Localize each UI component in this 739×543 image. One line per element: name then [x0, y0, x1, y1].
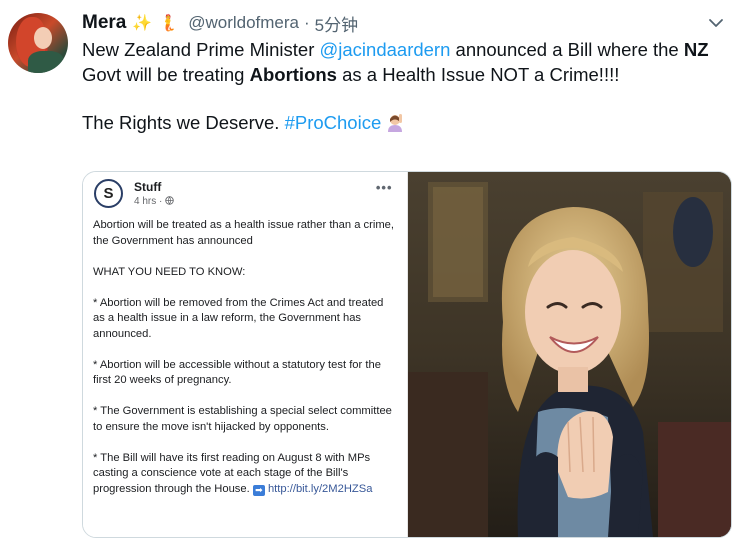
post-meta: 4 hrs ·	[134, 196, 174, 207]
post-body: Abortion will be treated as a health iss…	[93, 218, 398, 513]
page-name[interactable]: Stuff	[134, 180, 161, 194]
right-arrow-icon: ➡	[252, 484, 265, 496]
post-paragraph-last: * The Bill will have its first reading o…	[93, 451, 398, 498]
tweet-header: Mera ✨ 🧜 @worldofmera · 5分钟	[82, 11, 358, 36]
mention-link[interactable]: @jacindaardern	[320, 39, 451, 60]
post-url-link[interactable]: http://bit.ly/2M2HZSa	[268, 483, 372, 495]
tweet-text-segment: New Zealand Prime Minister	[82, 39, 320, 60]
hashtag-link[interactable]: #ProChoice	[285, 112, 382, 133]
embedded-facebook-post[interactable]: S Stuff 4 hrs · ••• Abortion will be tre…	[83, 172, 408, 537]
post-paragraph: Abortion will be treated as a health iss…	[93, 219, 394, 247]
photo-illustration	[407, 172, 731, 537]
post-meta-separator: ·	[159, 196, 163, 207]
tweet-paragraph-1: New Zealand Prime Minister @jacindaarder…	[82, 38, 722, 87]
stuff-logo-letter: S	[103, 185, 114, 202]
tweet-bold-text: Abortions	[249, 63, 337, 85]
post-paragraph: * The Government is establishing a speci…	[93, 405, 392, 433]
tweet-text-segment: as a Health Issue NOT a Crime!!!!	[336, 63, 620, 85]
media-attachment[interactable]: S Stuff 4 hrs · ••• Abortion will be tre…	[82, 171, 732, 538]
post-paragraph: WHAT YOU NEED TO KNOW:	[93, 265, 246, 278]
stuff-logo[interactable]: S	[94, 179, 123, 208]
post-time: 4 hrs	[134, 196, 157, 207]
user-handle[interactable]: @worldofmera	[188, 13, 299, 33]
woman-raising-hand-icon	[388, 114, 403, 132]
avatar-suit	[28, 51, 64, 73]
reaction-photo[interactable]	[407, 172, 731, 537]
tweet-text-segment: announced a Bill where the	[450, 39, 684, 60]
tweet-paragraph-2: The Rights we Deserve. #ProChoice	[82, 111, 722, 136]
avatar-face	[34, 27, 52, 49]
tweet-text: New Zealand Prime Minister @jacindaarder…	[82, 38, 722, 136]
mermaid-icon: 🧜	[158, 15, 179, 32]
tweet-bold-text: NZ	[683, 39, 709, 60]
sparkles-icon: ✨	[132, 15, 153, 32]
tweet-text-segment: Govt will be treating	[82, 63, 250, 85]
avatar[interactable]	[8, 13, 68, 73]
tweet[interactable]: Mera ✨ 🧜 @worldofmera · 5分钟 New Zealand …	[0, 0, 739, 543]
tweet-timestamp[interactable]: 5分钟	[315, 11, 358, 36]
post-paragraph: * Abortion will be removed from the Crim…	[93, 296, 384, 340]
globe-icon	[165, 196, 174, 205]
header-separator: ·	[304, 13, 310, 32]
post-menu-button[interactable]: •••	[376, 180, 393, 195]
chevron-down-icon[interactable]	[707, 14, 725, 32]
display-name[interactable]: Mera	[82, 12, 126, 34]
post-paragraph: * Abortion will be accessible without a …	[93, 358, 381, 387]
tweet-text-segment: The Rights we Deserve.	[82, 112, 285, 133]
